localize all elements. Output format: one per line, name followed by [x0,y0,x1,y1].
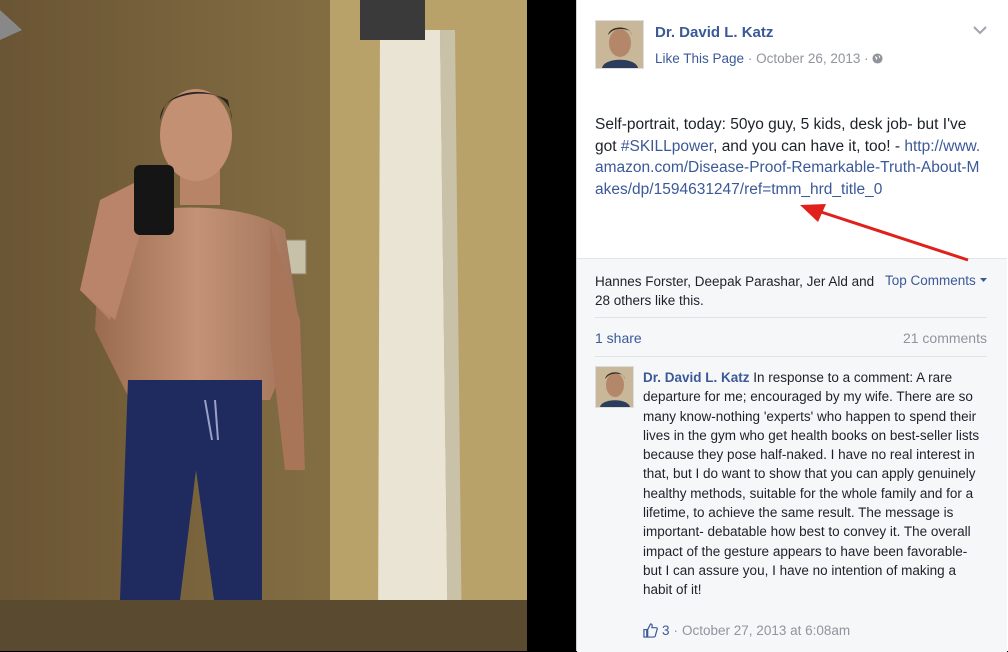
commenter-avatar[interactable] [595,366,634,408]
selfie-photo [0,0,527,651]
caret-down-icon [979,278,987,282]
divider [595,317,987,318]
post-text: Self-portrait, today: 50yo guy, 5 kids, … [595,114,985,200]
post-meta: Like This Page · October 26, 2013 · [655,51,883,66]
page-name[interactable]: Dr. David L. Katz [655,24,773,41]
comment-like-count[interactable]: 3 [662,623,670,638]
top-comments-label: Top Comments [885,273,976,288]
hashtag-link[interactable]: #SKILLpower [621,138,713,155]
comments-count-link[interactable]: 21 comments [903,330,987,346]
meta-separator: · [744,51,757,66]
post-date[interactable]: October 26, 2013 [756,51,860,66]
like-page-link[interactable]: Like This Page [655,51,744,66]
comment-author[interactable]: Dr. David L. Katz [643,370,750,385]
likes-summary[interactable]: Hannes Forster, Deepak Parashar, Jer Ald… [595,272,875,310]
engagement-section: Hannes Forster, Deepak Parashar, Jer Ald… [577,258,1007,652]
shares-link[interactable]: 1 share [595,330,642,346]
thumbs-up-icon[interactable] [643,623,658,638]
globe-icon [872,53,883,64]
page-avatar[interactable] [595,20,644,69]
post-text-part-2: , and you can have it, too! - [713,137,905,155]
divider [595,356,987,357]
comment-body: Dr. David L. Katz In response to a comme… [643,368,981,600]
comment-text: In response to a comment: A rare departu… [643,370,980,598]
meta-separator-2: · [860,51,873,66]
top-comments-dropdown[interactable]: Top Comments [885,273,987,288]
black-gap [527,0,576,651]
comment-timestamp[interactable]: October 27, 2013 at 6:08am [682,623,850,638]
selfie-illustration [0,0,527,651]
comment-meta: 3 · October 27, 2013 at 6:08am [643,623,850,638]
comment-meta-separator: · [673,623,679,638]
facebook-post-panel: Dr. David L. Katz Like This Page · Octob… [576,0,1008,652]
chevron-down-icon[interactable] [972,24,988,36]
